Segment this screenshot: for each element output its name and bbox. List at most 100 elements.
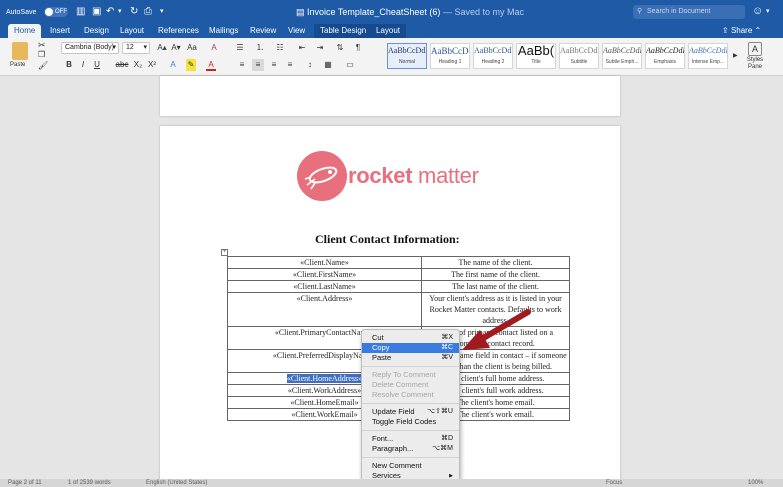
merge-field-cell[interactable]: «Client.Name» [227,256,422,269]
description-cell[interactable]: The name of the client. [421,256,570,269]
autosave-label: AutoSave [6,9,37,16]
undo-dropdown-icon[interactable]: ▾ [118,6,122,18]
menu-item-label: Font... [372,434,394,443]
menu-item-new-comment[interactable]: New Comment [362,461,459,471]
tab-insert[interactable]: Insert [50,24,70,38]
borders-icon[interactable]: ▭ [342,59,358,71]
menu-item-paragraph[interactable]: Paragraph... ⌥⌘M [362,444,459,454]
sidebar-icon[interactable]: ▥ [76,6,85,18]
change-case-icon[interactable]: Aa [186,42,198,54]
tab-mailings[interactable]: Mailings [209,24,238,38]
language[interactable]: English (United States) [146,479,207,487]
collapse-ribbon-icon[interactable]: ⌃ [755,26,762,35]
autosave-toggle[interactable]: OFF [44,7,68,17]
bullets-icon[interactable]: ☰ [234,42,246,54]
font-size-select[interactable]: 12 ▾ [122,42,150,54]
smiley-feedback-icon[interactable]: ☺ [752,5,763,17]
menu-item-copy[interactable]: Copy ⌘C [362,343,459,353]
description-cell[interactable]: The first name of the client. [421,268,570,281]
styles-gallery-more-icon[interactable]: ▶ [733,51,738,61]
shading-icon[interactable]: ▦ [322,59,334,71]
menu-item-delete-comment: Delete Comment [362,380,459,390]
search-input[interactable]: ⚲ Search in Document [633,5,745,19]
save-icon[interactable]: ▣ [92,6,101,18]
font-name-select[interactable]: Cambria (Body) ▾ [61,42,119,54]
copy-icon[interactable]: ❐ [38,50,45,60]
menu-item-font[interactable]: Font... ⌘D [362,434,459,444]
merge-field-cell[interactable]: «Client.Address» [227,292,422,327]
clear-formatting-icon[interactable]: A [208,42,220,54]
style-preview: AaBbCcDdEe [689,46,727,55]
subscript-button[interactable]: X₂ [133,59,143,71]
format-painter-icon[interactable]: 🖌 [38,61,48,71]
underline-button[interactable]: U [92,59,102,71]
justify-icon[interactable]: ≡ [284,59,296,71]
feedback-dropdown-icon[interactable]: ▾ [766,6,770,18]
strikethrough-button[interactable]: abc [114,59,130,71]
grow-font-icon[interactable]: A▴ [156,42,168,54]
style-subtle-emphasis[interactable]: AaBbCcDdEe Subtle Emph... [602,43,642,69]
decrease-indent-icon[interactable]: ⇤ [296,42,308,54]
word-count[interactable]: 1 of 2539 words [68,479,111,487]
tab-design[interactable]: Design [84,24,109,38]
style-intense-emphasis[interactable]: AaBbCcDdEe Intense Emp... [688,43,728,69]
style-subtitle[interactable]: AaBbCcDdE Subtitle [559,43,599,69]
description-cell[interactable]: The last name of the client. [421,280,570,293]
paste-label[interactable]: Paste [10,60,25,70]
text-effects-icon[interactable]: A [168,59,178,71]
style-heading-1[interactable]: AaBbCcDc Heading 1 [430,43,470,69]
tab-layout[interactable]: Layout [120,24,144,38]
focus-mode[interactable]: Focus [606,479,622,487]
description-cell[interactable]: Your client's address as it is listed in… [421,292,570,327]
styles-pane-label[interactable]: Styles Pane [742,57,768,71]
align-left-icon[interactable]: ≡ [236,59,248,71]
superscript-button[interactable]: X² [147,59,157,71]
sort-icon[interactable]: ⇅ [334,42,346,54]
show-formatting-icon[interactable]: ¶ [352,42,364,54]
numbering-icon[interactable]: ⒈ [254,42,266,54]
paste-icon[interactable] [12,42,28,60]
style-name: Heading 1 [438,59,462,65]
styles-pane-icon[interactable]: A [748,42,762,56]
increase-indent-icon[interactable]: ⇥ [314,42,326,54]
style-title[interactable]: AaBb(Title [516,43,556,69]
align-right-icon[interactable]: ≡ [268,59,280,71]
highlight-icon[interactable]: ✎ [186,59,196,71]
merge-field-cell[interactable]: «Client.LastName» [227,280,422,293]
tab-references[interactable]: References [158,24,199,38]
shrink-font-icon[interactable]: A▾ [170,42,182,54]
chevron-down-icon: ▾ [112,44,116,51]
selected-text[interactable]: «Client.HomeAddress» [286,374,363,383]
font-color-icon[interactable]: A [206,59,216,71]
tab-review[interactable]: Review [250,24,276,38]
undo-icon[interactable]: ↶ [106,6,114,18]
zoom-level[interactable]: 100% [748,479,763,487]
customize-toolbar-icon[interactable]: ▾ [160,6,164,18]
menu-item-label: Paste [372,353,392,362]
share-button[interactable]: ⇪ Share ⌃ [722,24,761,38]
merge-field-cell[interactable]: «Client.FirstName» [227,268,422,281]
align-center-icon[interactable]: ≡ [252,59,264,71]
tab-table-design[interactable]: Table Design [314,24,373,38]
print-icon[interactable]: ⎙ [144,6,152,18]
redo-icon[interactable]: ↻ [130,6,138,18]
menu-item-update-field[interactable]: Update Field ⌥⇧⌘U [362,407,459,417]
tab-home[interactable]: Home [8,24,42,38]
tab-table-layout[interactable]: Layout [370,24,407,38]
saved-status: — Saved to my Mac [442,7,524,17]
italic-button[interactable]: I [78,59,88,71]
style-heading-2[interactable]: AaBbCcDdE Heading 2 [473,43,513,69]
word-doc-icon: ▤ [296,7,308,17]
bold-button[interactable]: B [64,59,74,71]
line-spacing-icon[interactable]: ↕ [304,59,316,71]
table-move-handle-icon[interactable]: + [221,249,228,256]
menu-item-paste[interactable]: Paste ⌘V [362,353,459,363]
page-count[interactable]: Page 2 of 11 [8,479,42,487]
tab-view[interactable]: View [288,24,305,38]
multilevel-list-icon[interactable]: ☷ [274,42,286,54]
cut-icon[interactable]: ✂ [38,40,46,50]
menu-item-cut[interactable]: Cut ⌘X [362,333,459,343]
menu-item-toggle-field-codes[interactable]: Toggle Field Codes [362,417,459,427]
style-normal[interactable]: AaBbCcDdEe Normal [387,43,427,69]
style-emphasis[interactable]: AaBbCcDdEe Emphasis [645,43,685,69]
